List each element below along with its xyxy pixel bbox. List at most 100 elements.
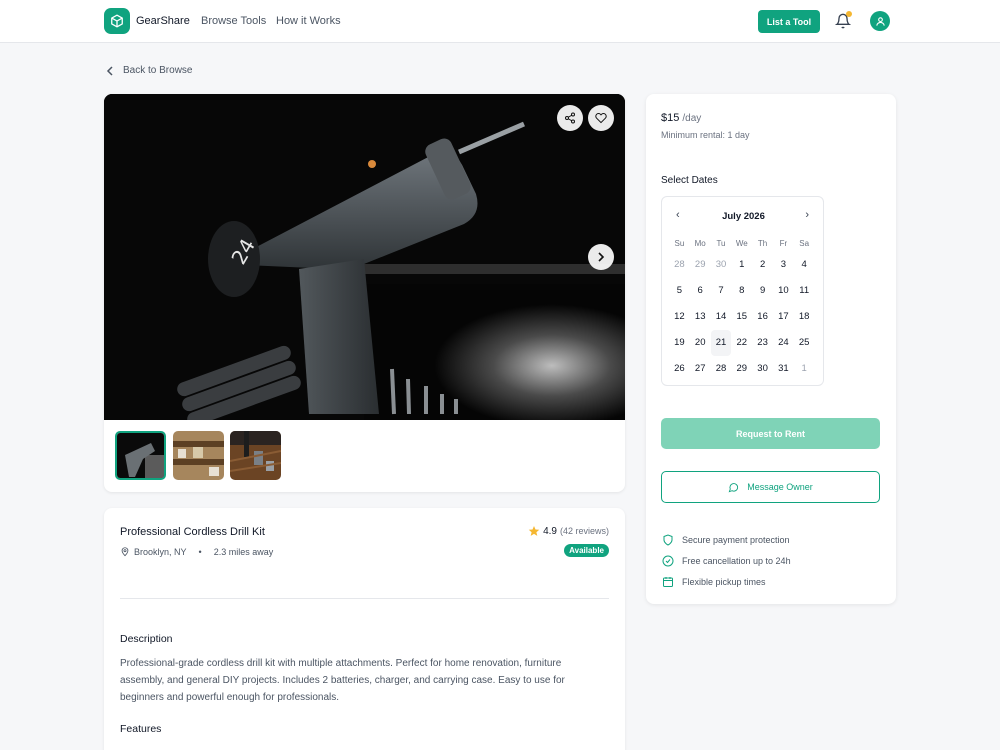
heart-icon[interactable] [588, 105, 614, 131]
calendar-day[interactable]: 10 [773, 278, 794, 304]
weekday-label: Sa [799, 239, 810, 248]
nav-how-it-works[interactable]: How it Works [276, 15, 341, 27]
back-link-label: Back to Browse [123, 65, 193, 76]
nav-browse-tools[interactable]: Browse Tools [201, 15, 266, 27]
divider [120, 598, 609, 599]
calendar-day[interactable]: 18 [794, 304, 815, 330]
calendar-day[interactable]: 17 [773, 304, 794, 330]
check-circle-icon [662, 555, 674, 567]
status-badge: Available [564, 544, 609, 557]
weekday-label: Tu [716, 239, 726, 248]
perk-free-cancellation: Free cancellation up to 24h [662, 555, 791, 567]
weekday-label: We [735, 239, 748, 248]
price: $15/day [661, 112, 701, 124]
brand-name[interactable]: GearShare [136, 15, 190, 27]
calendar-day[interactable]: 16 [752, 304, 773, 330]
calendar-day[interactable]: 9 [752, 278, 773, 304]
location-text: Brooklyn, NY [134, 546, 187, 557]
star-icon [528, 526, 540, 536]
top-nav-bar: GearShare Browse Tools How it Works List… [0, 0, 1000, 43]
message-icon [728, 482, 739, 492]
calendar-day[interactable]: 28 [669, 252, 690, 278]
calendar-day[interactable]: 2 [752, 252, 773, 278]
calendar-icon [663, 577, 673, 587]
perk-flexible-pickup: Flexible pickup times [662, 576, 766, 588]
calendar-day[interactable]: 22 [731, 330, 752, 356]
calendar-day[interactable]: 28 [711, 356, 732, 382]
calendar-day[interactable]: 20 [690, 330, 711, 356]
features-heading: Features [120, 723, 162, 735]
calendar-day[interactable]: 30 [711, 252, 732, 278]
user-icon[interactable] [870, 11, 890, 31]
calendar-day[interactable]: 29 [690, 252, 711, 278]
date-picker-calendar: ‹ July 2026 › Su Mo Tu We Th Fr Sa 28 29 30 1 2 3 4 5 6… [661, 196, 824, 386]
description-heading: Description [120, 633, 173, 645]
calendar-day[interactable]: 11 [794, 278, 815, 304]
calendar-month: July 2026 [722, 211, 765, 222]
booking-card: $15/day Minimum rental: 1 day Select Dat… [646, 94, 896, 604]
calendar-day[interactable]: 23 [752, 330, 773, 356]
product-main-image[interactable]: 24 [104, 94, 625, 420]
weekday-label: Mo [694, 239, 706, 248]
listing-location: Brooklyn, NY • 2.3 miles away [120, 546, 273, 557]
calendar-day[interactable]: 27 [690, 356, 711, 382]
perk-label: Secure payment protection [682, 535, 790, 545]
calendar-day[interactable]: 31 [773, 356, 794, 382]
review-count[interactable]: (42 reviews) [560, 526, 609, 536]
rating-value: 4.9 [543, 525, 557, 537]
chevron-right-icon[interactable]: › [805, 209, 809, 221]
calendar-day[interactable]: 6 [690, 278, 711, 304]
perk-label: Free cancellation up to 24h [682, 556, 791, 566]
thumbnail-2[interactable] [173, 431, 224, 480]
notification-dot [846, 11, 852, 17]
distance-text: 2.3 miles away [213, 546, 274, 557]
calendar-day[interactable]: 26 [669, 356, 690, 382]
calendar-day[interactable]: 21 [710, 330, 732, 356]
location-separator: • [198, 546, 202, 557]
back-to-browse-link[interactable]: Back to Browse [106, 65, 192, 76]
map-pin-icon [121, 547, 129, 557]
request-to-rent-button[interactable]: Request to Rent [661, 418, 880, 449]
thumbnail-3[interactable] [230, 431, 281, 480]
image-gallery-card: 24 [104, 94, 625, 492]
weekday-label: Su [674, 239, 685, 248]
message-owner-label: Message Owner [747, 482, 813, 492]
weekday-label: Fr [779, 239, 788, 248]
calendar-day[interactable]: 1 [794, 356, 815, 382]
share-icon[interactable] [557, 105, 583, 131]
calendar-day[interactable]: 5 [669, 278, 690, 304]
calendar-day[interactable]: 30 [752, 356, 773, 382]
calendar-day[interactable]: 19 [669, 330, 690, 356]
calendar-day[interactable]: 29 [731, 356, 752, 382]
perk-secure-payment: Secure payment protection [662, 534, 790, 546]
calendar-day[interactable]: 1 [731, 252, 752, 278]
description-text: Professional-grade cordless drill kit wi… [120, 658, 565, 703]
chevron-left-icon [106, 65, 113, 76]
calendar-grid: Su Mo Tu We Th Fr Sa 28 29 30 1 2 3 4 5 6 7 8 9 10 11 12 13 14 1… [669, 235, 815, 382]
thumbnail-1[interactable] [115, 431, 166, 480]
calendar-day[interactable]: 13 [690, 304, 711, 330]
calendar-day[interactable]: 12 [669, 304, 690, 330]
calendar-day[interactable]: 8 [731, 278, 752, 304]
listing-details-card: Professional Cordless Drill Kit Brooklyn… [104, 508, 625, 750]
calendar-day[interactable]: 3 [773, 252, 794, 278]
calendar-day[interactable]: 24 [773, 330, 794, 356]
calendar-day[interactable]: 14 [711, 304, 732, 330]
price-value: $15 [661, 112, 680, 124]
shield-icon [663, 534, 673, 546]
calendar-day[interactable]: 7 [711, 278, 732, 304]
chevron-right-icon[interactable] [588, 244, 614, 270]
message-owner-button[interactable]: Message Owner [661, 471, 880, 503]
price-unit: /day [682, 113, 702, 124]
minimum-rental: Minimum rental: 1 day [661, 130, 750, 140]
calendar-day[interactable]: 4 [794, 252, 815, 278]
calendar-day[interactable]: 15 [731, 304, 752, 330]
weekday-label: Th [757, 239, 768, 248]
listing-title: Professional Cordless Drill Kit [120, 526, 265, 538]
calendar-day[interactable]: 25 [794, 330, 815, 356]
select-dates-label: Select Dates [661, 175, 718, 186]
cube-logo-icon[interactable] [104, 8, 130, 34]
list-a-tool-button[interactable]: List a Tool [758, 10, 820, 33]
perk-label: Flexible pickup times [682, 577, 766, 587]
rating: 4.9 (42 reviews) [528, 525, 609, 537]
